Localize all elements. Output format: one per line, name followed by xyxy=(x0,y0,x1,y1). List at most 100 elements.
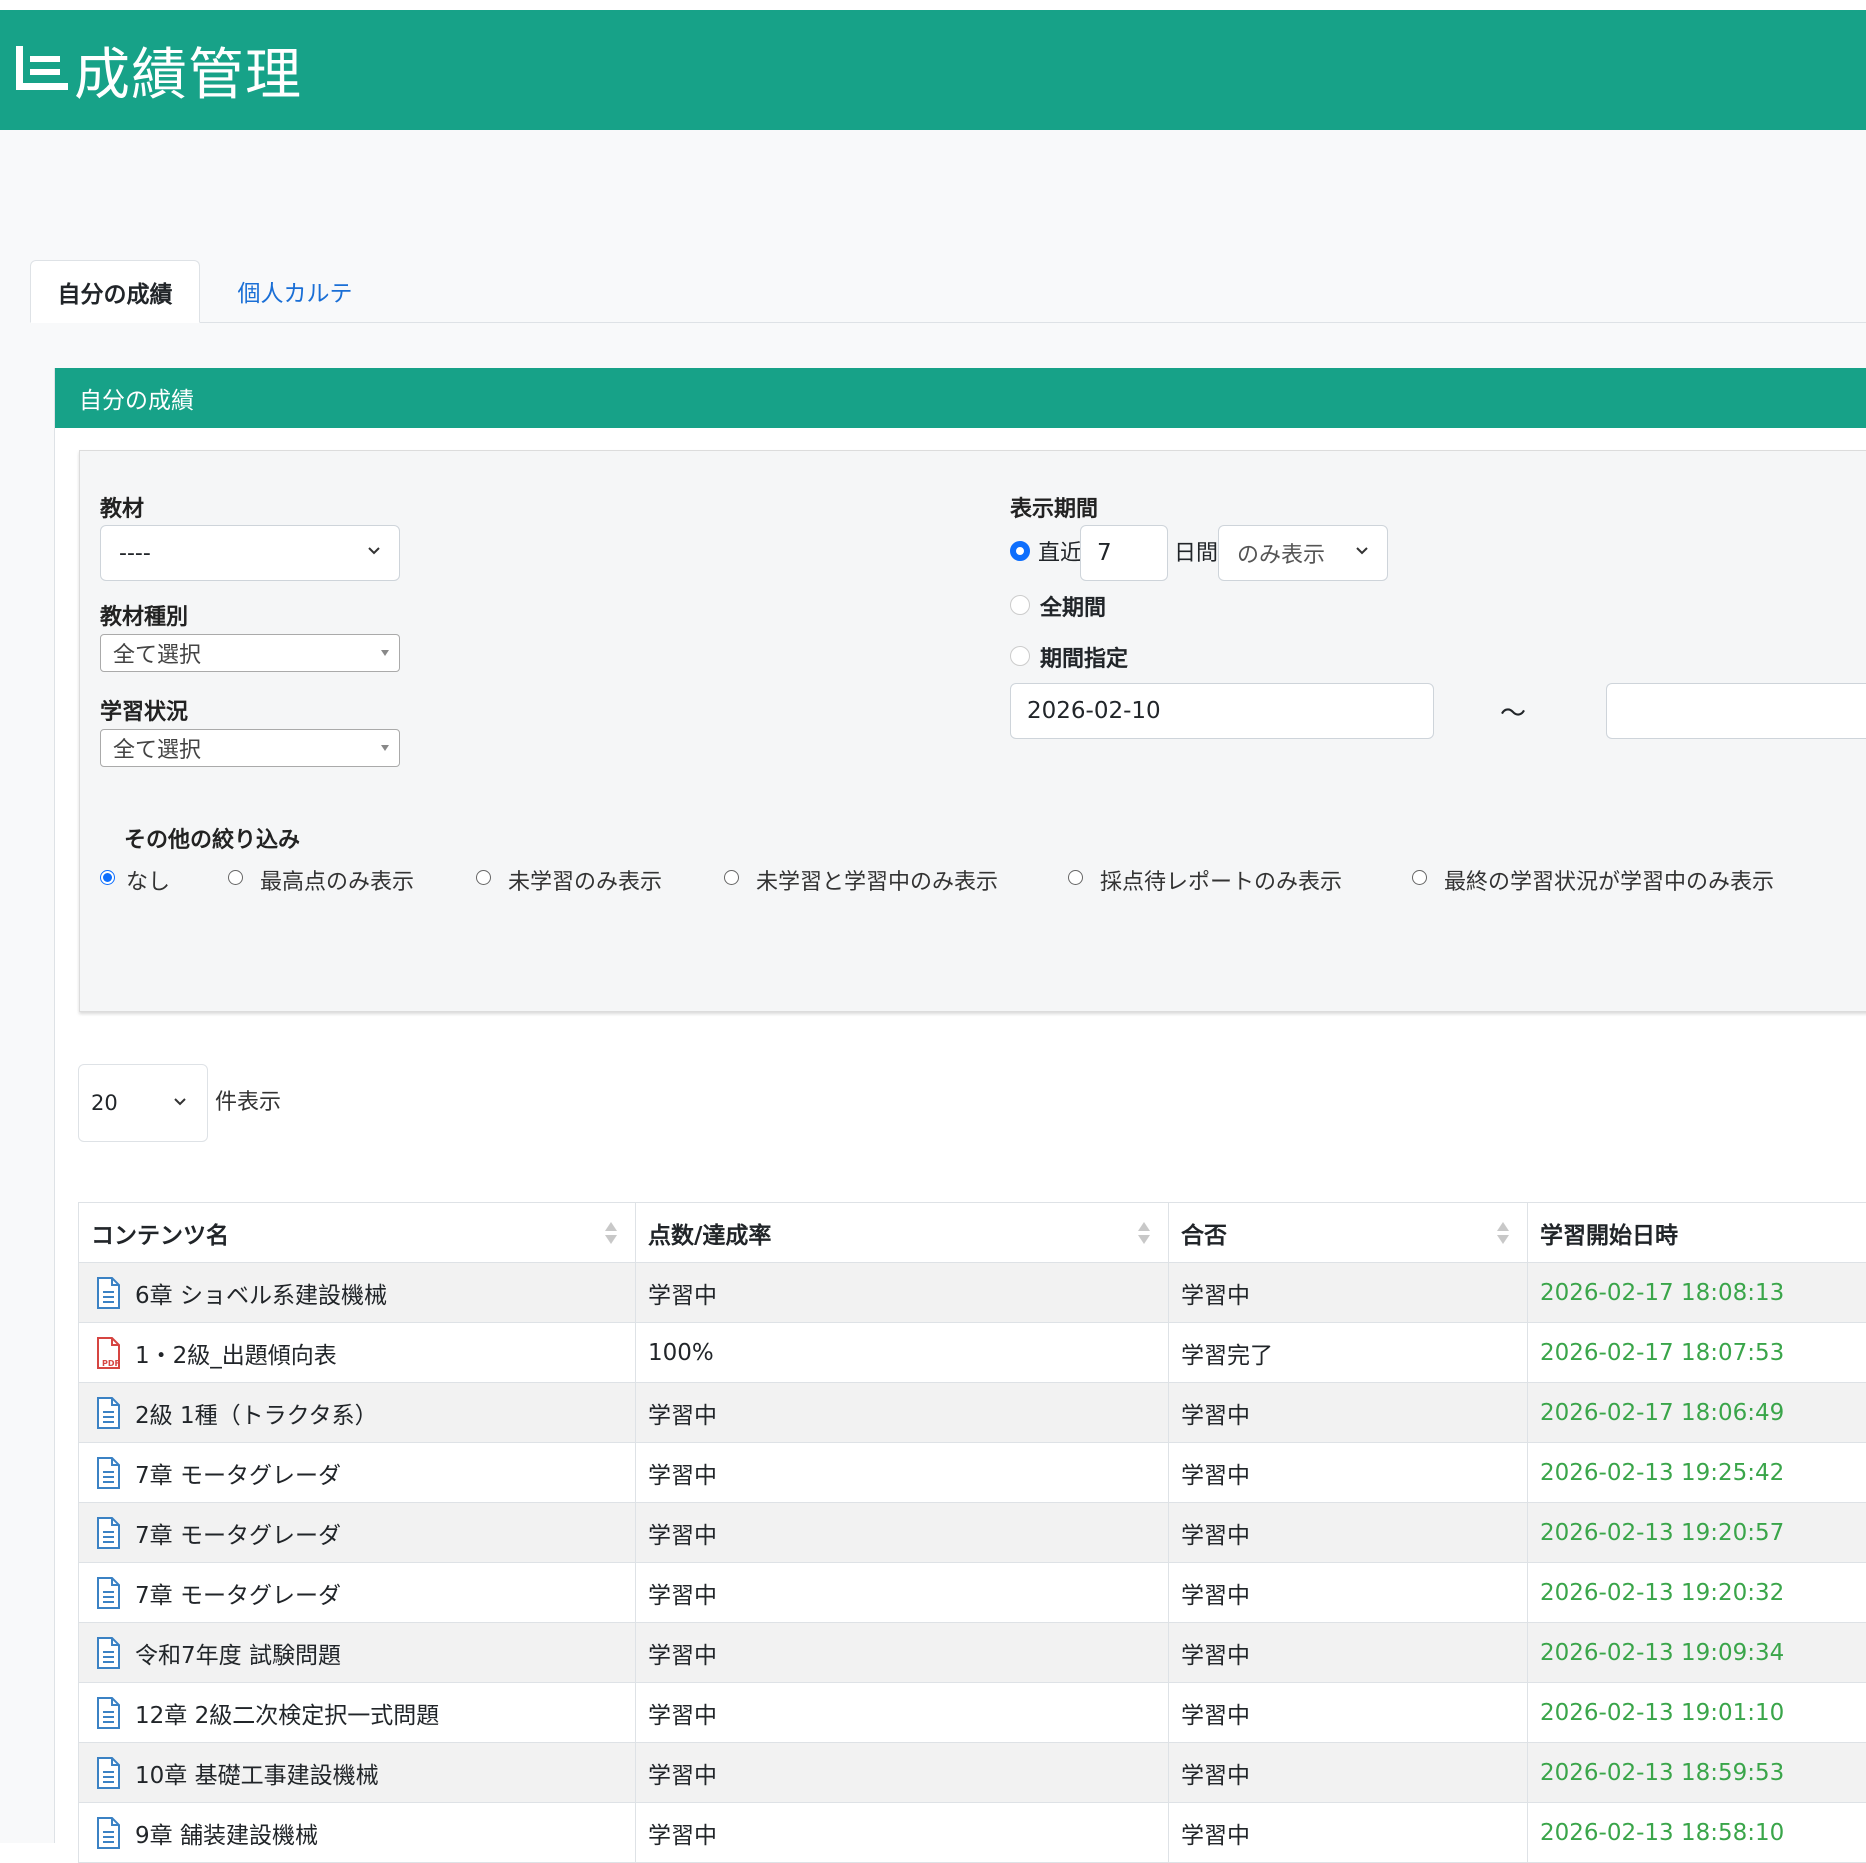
content-name[interactable]: PDF 1・2級_出題傾向表 xyxy=(91,1336,623,1370)
tab-personal-record[interactable]: 個人カルテ xyxy=(220,260,370,322)
other-option-highest: 最高点のみ表示 xyxy=(260,864,414,896)
cell-score: 学習中 xyxy=(636,1263,1169,1323)
radio-all-period[interactable] xyxy=(1010,595,1030,615)
per-page-label: 件表示 xyxy=(215,1084,281,1116)
content-name-text: 7章 モータグレーダ xyxy=(135,1456,341,1490)
cell-score: 学習中 xyxy=(636,1503,1169,1563)
content-name-text: 1・2級_出題傾向表 xyxy=(135,1336,337,1370)
start-date-value: 2026-02-10 xyxy=(1027,698,1161,724)
content-name[interactable]: 7章 モータグレーダ xyxy=(91,1516,623,1550)
material-type-select[interactable]: 全て選択 xyxy=(100,634,400,672)
table-row[interactable]: 7章 モータグレーダ学習中学習中2026-02-13 19:25:42 xyxy=(79,1443,1866,1503)
period-mode-select[interactable]: のみ表示 xyxy=(1218,525,1388,581)
table-row[interactable]: 7章 モータグレーダ学習中学習中2026-02-13 19:20:57 xyxy=(79,1503,1866,1563)
cell-content-name: 9章 舗装建設機械 xyxy=(79,1803,636,1863)
card-title: 自分の成績 xyxy=(79,381,194,415)
tab-my-grades[interactable]: 自分の成績 xyxy=(30,260,200,323)
cell-result: 学習中 xyxy=(1169,1563,1528,1623)
cell-score: 学習中 xyxy=(636,1623,1169,1683)
cell-start-time: 2026-02-13 18:59:53 xyxy=(1528,1743,1866,1803)
dropdown-arrow-icon xyxy=(381,650,389,656)
content-name[interactable]: 7章 モータグレーダ xyxy=(91,1576,623,1610)
recent-days-input[interactable]: 7 xyxy=(1080,525,1168,581)
cell-result: 学習中 xyxy=(1169,1443,1528,1503)
cell-start-time: 2026-02-13 19:01:10 xyxy=(1528,1683,1866,1743)
cell-content-name: 7章 モータグレーダ xyxy=(79,1503,636,1563)
table-row[interactable]: 7章 モータグレーダ学習中学習中2026-02-13 19:20:32 xyxy=(79,1563,1866,1623)
other-radio-unstudied-studying[interactable] xyxy=(724,870,739,885)
column-header-score[interactable]: 点数/達成率 xyxy=(636,1203,1169,1263)
content-name[interactable]: 2級 1種（トラクタ系） xyxy=(91,1396,623,1430)
list-icon xyxy=(14,42,70,98)
content-name-text: 12章 2級二次検定択一式問題 xyxy=(135,1696,439,1730)
cell-content-name: 7章 モータグレーダ xyxy=(79,1443,636,1503)
filter-panel: 教材 ---- 教材種別 全て選択 学習状況 全て選択 表示期間 直近 7 日間… xyxy=(79,450,1866,1012)
study-status-select[interactable]: 全て選択 xyxy=(100,729,400,767)
material-type-value: 全て選択 xyxy=(113,637,201,669)
card-header: 自分の成績 xyxy=(55,368,1866,428)
other-option-unstudied-studying: 未学習と学習中のみ表示 xyxy=(756,864,998,896)
range-tilde: ～ xyxy=(1500,693,1526,730)
table-row[interactable]: 2級 1種（トラクタ系）学習中学習中2026-02-17 18:06:49 xyxy=(79,1383,1866,1443)
cell-result: 学習中 xyxy=(1169,1743,1528,1803)
material-label: 教材 xyxy=(100,491,144,523)
document-icon xyxy=(95,1397,121,1429)
table-row[interactable]: 6章 ショベル系建設機械学習中学習中2026-02-17 18:08:13 xyxy=(79,1263,1866,1323)
document-icon xyxy=(95,1277,121,1309)
cell-result: 学習中 xyxy=(1169,1623,1528,1683)
radio-range[interactable] xyxy=(1010,646,1030,666)
other-radio-highest[interactable] xyxy=(228,870,243,885)
cell-score: 学習中 xyxy=(636,1563,1169,1623)
other-radio-unstudied[interactable] xyxy=(476,870,491,885)
table-row[interactable]: 10章 基礎工事建設機械学習中学習中2026-02-13 18:59:53 xyxy=(79,1743,1866,1803)
window-top-strip xyxy=(0,0,1866,10)
cell-content-name: 10章 基礎工事建設機械 xyxy=(79,1743,636,1803)
content-name[interactable]: 12章 2級二次検定択一式問題 xyxy=(91,1696,623,1730)
content-name[interactable]: 9章 舗装建設機械 xyxy=(91,1816,623,1850)
content-name-text: 6章 ショベル系建設機械 xyxy=(135,1276,387,1310)
content-name[interactable]: 7章 モータグレーダ xyxy=(91,1456,623,1490)
start-date-input[interactable]: 2026-02-10 xyxy=(1010,683,1434,739)
other-radio-final-studying[interactable] xyxy=(1412,870,1427,885)
other-option-final-studying: 最終の学習状況が学習中のみ表示 xyxy=(1444,864,1774,896)
content-name-text: 令和7年度 試験問題 xyxy=(135,1636,341,1670)
other-radio-pending-report[interactable] xyxy=(1068,870,1083,885)
svg-text:PDF: PDF xyxy=(102,1359,120,1368)
column-header-content-name[interactable]: コンテンツ名 xyxy=(79,1203,636,1263)
cell-start-time: 2026-02-17 18:08:13 xyxy=(1528,1263,1866,1323)
recent-label: 直近 xyxy=(1038,535,1082,567)
table-row[interactable]: 9章 舗装建設機械学習中学習中2026-02-13 18:58:10 xyxy=(79,1803,1866,1863)
cell-start-time: 2026-02-13 18:58:10 xyxy=(1528,1803,1866,1863)
cell-score: 学習中 xyxy=(636,1443,1169,1503)
app-header: 成績管理 xyxy=(0,10,1866,130)
study-status-label: 学習状況 xyxy=(100,694,188,726)
content-name[interactable]: 10章 基礎工事建設機械 xyxy=(91,1756,623,1790)
cell-result: 学習中 xyxy=(1169,1503,1528,1563)
document-icon xyxy=(95,1517,121,1549)
content-name[interactable]: 6章 ショベル系建設機械 xyxy=(91,1276,623,1310)
cell-start-time: 2026-02-17 18:07:53 xyxy=(1528,1323,1866,1383)
other-option-unstudied: 未学習のみ表示 xyxy=(508,864,662,896)
range-label: 期間指定 xyxy=(1040,641,1128,673)
content-name[interactable]: 令和7年度 試験問題 xyxy=(91,1636,623,1670)
table-row[interactable]: 12章 2級二次検定択一式問題学習中学習中2026-02-13 19:01:10 xyxy=(79,1683,1866,1743)
radio-recent[interactable] xyxy=(1010,541,1030,561)
cell-content-name: 2級 1種（トラクタ系） xyxy=(79,1383,636,1443)
document-icon xyxy=(95,1817,121,1849)
column-header-start-time[interactable]: 学習開始日時 xyxy=(1528,1203,1866,1263)
sort-icon xyxy=(605,1220,617,1246)
cell-content-name: 7章 モータグレーダ xyxy=(79,1563,636,1623)
table-row[interactable]: PDF1・2級_出題傾向表100%学習完了2026-02-17 18:07:53 xyxy=(79,1323,1866,1383)
other-radio-none[interactable] xyxy=(100,870,115,885)
column-header-result[interactable]: 合否 xyxy=(1169,1203,1528,1263)
material-select[interactable]: ---- xyxy=(100,525,400,581)
cell-content-name: PDF 1・2級_出題傾向表 xyxy=(79,1323,636,1383)
content-name-text: 7章 モータグレーダ xyxy=(135,1576,341,1610)
cell-score: 学習中 xyxy=(636,1743,1169,1803)
table-row[interactable]: 令和7年度 試験問題学習中学習中2026-02-13 19:09:34 xyxy=(79,1623,1866,1683)
sort-icon xyxy=(1138,1220,1150,1246)
cell-start-time: 2026-02-13 19:20:57 xyxy=(1528,1503,1866,1563)
per-page-select[interactable]: 20 xyxy=(78,1064,208,1142)
end-date-input[interactable] xyxy=(1606,683,1866,739)
cell-score: 学習中 xyxy=(636,1683,1169,1743)
